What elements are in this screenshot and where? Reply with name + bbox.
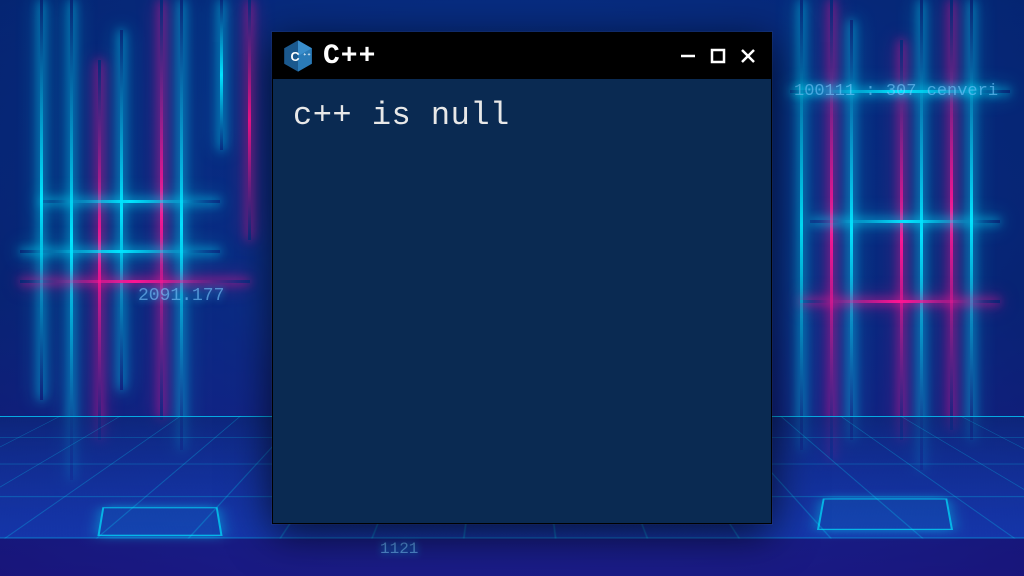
window-title: C++ (323, 41, 665, 72)
window-controls (675, 43, 761, 69)
svg-text:+: + (308, 53, 311, 58)
svg-text:+: + (303, 53, 306, 58)
cpp-logo-icon: C + + (283, 39, 313, 73)
bg-text-right: 100111 : 307 cenveri (794, 82, 998, 101)
terminal-body[interactable]: c++ is null (273, 79, 771, 523)
close-button[interactable] (735, 43, 761, 69)
svg-text:C: C (290, 50, 299, 64)
floor-tile (97, 507, 222, 536)
maximize-button[interactable] (705, 43, 731, 69)
bg-text-left: 2091.177 (138, 286, 224, 306)
terminal-window: C + + C++ c++ is null (272, 32, 772, 524)
bg-text-bottom: 1121 (380, 540, 418, 558)
floor-tile (817, 498, 953, 530)
minimize-button[interactable] (675, 43, 701, 69)
terminal-output: c++ is null (293, 97, 751, 134)
titlebar[interactable]: C + + C++ (273, 33, 771, 79)
